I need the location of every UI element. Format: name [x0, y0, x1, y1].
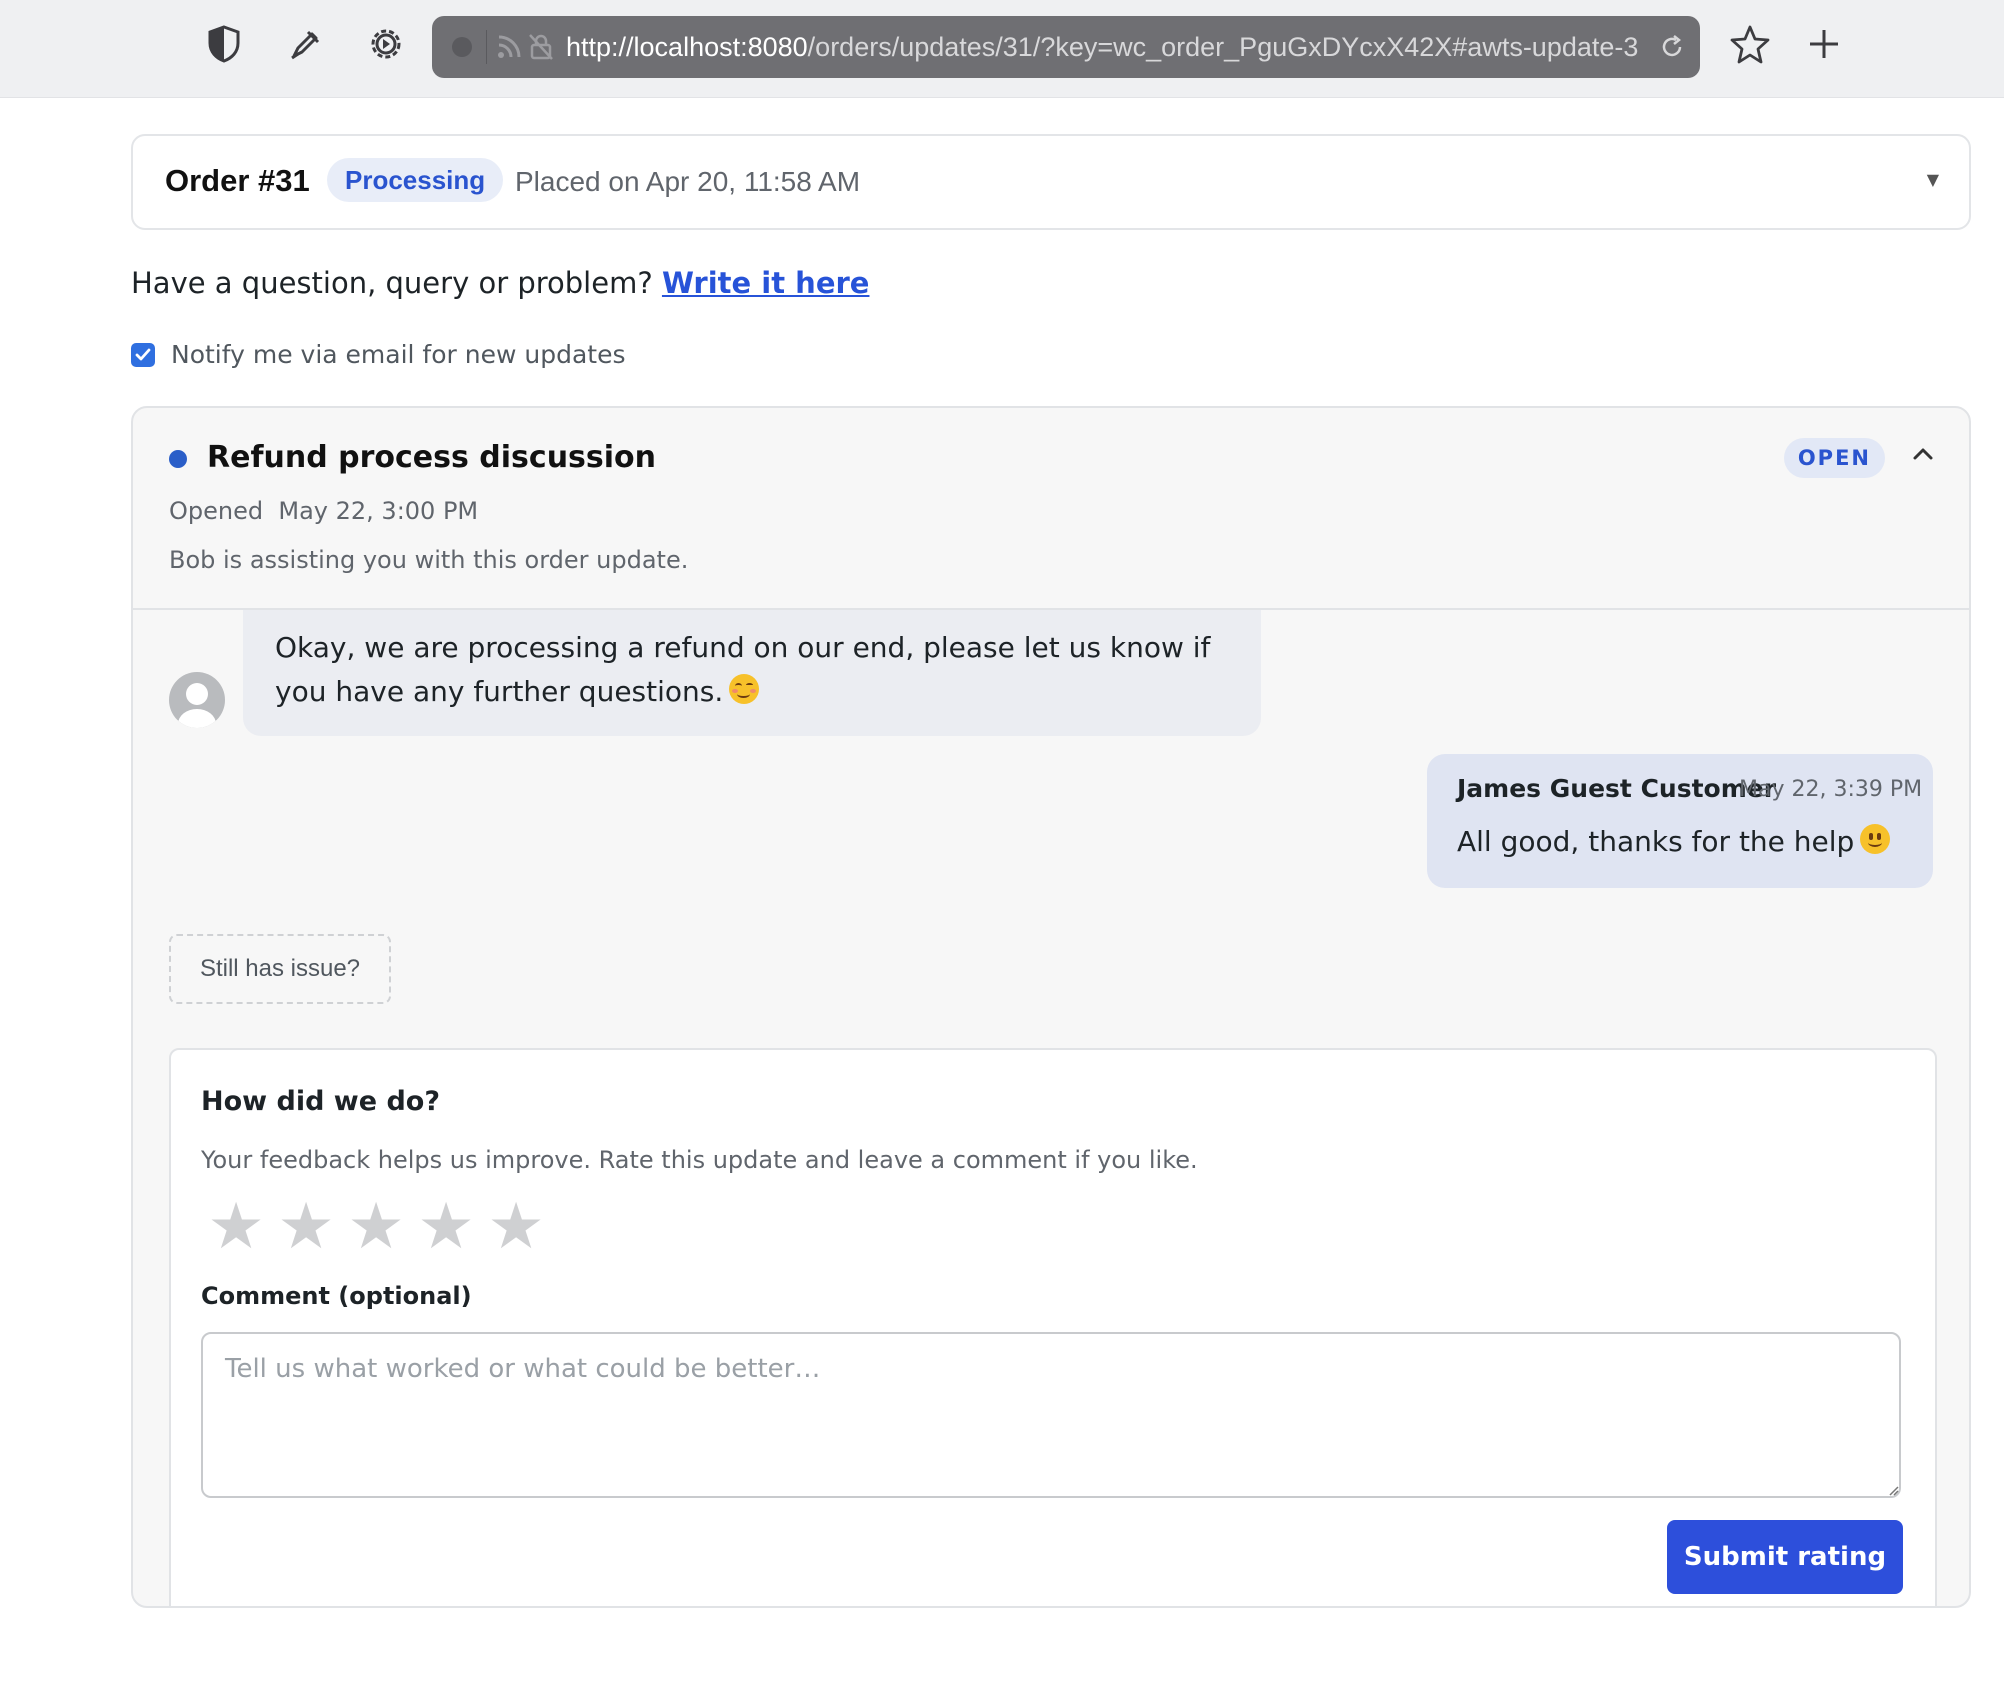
rating-card: How did we do? Your feedback helps us im… — [169, 1048, 1937, 1606]
notify-label: Notify me via email for new updates — [171, 340, 626, 369]
blush-smile-emoji-icon — [729, 674, 760, 704]
shield-icon[interactable] — [200, 20, 248, 68]
still-has-issue-button[interactable]: Still has issue? — [169, 934, 391, 1004]
check-icon — [135, 348, 151, 360]
star-5-icon[interactable]: ★ — [481, 1192, 551, 1262]
rating-title: How did we do? — [201, 1086, 440, 1117]
opened-date: Opened May 22, 3:00 PM — [169, 497, 478, 525]
order-header[interactable]: Order #31 Processing Placed on Apr 20, 1… — [131, 134, 1971, 230]
feed-icon — [496, 33, 522, 65]
customer-message-bubble: James Guest Customer May 22, 3:39 PM All… — [1427, 754, 1933, 888]
star-rating[interactable]: ★ ★ ★ ★ ★ — [201, 1192, 551, 1262]
address-bar[interactable]: http://localhost:8080/orders/updates/31/… — [432, 16, 1700, 78]
url-divider — [486, 30, 487, 64]
agent-message-text: Okay, we are processing a refund on our … — [275, 626, 1229, 714]
comment-textarea[interactable] — [201, 1332, 1901, 1498]
order-title: Order #31 — [165, 163, 310, 198]
lock-slash-icon — [528, 33, 554, 65]
agent-message-bubble: Okay, we are processing a refund on our … — [243, 610, 1261, 736]
star-4-icon[interactable]: ★ — [411, 1192, 481, 1262]
resize-handle-icon[interactable] — [1887, 1484, 1899, 1496]
site-info-icon[interactable] — [452, 37, 472, 57]
order-placed-date: Placed on Apr 20, 11:58 AM — [515, 166, 861, 197]
notify-option[interactable]: Notify me via email for new updates — [131, 340, 625, 369]
star-1-icon[interactable]: ★ — [201, 1192, 271, 1262]
message-time: May 22, 3:39 PM — [1739, 777, 1923, 802]
opened-value: May 22, 3:00 PM — [278, 497, 479, 525]
update-thread: Refund process discussion Opened May 22,… — [131, 406, 1971, 1608]
thread-header[interactable]: Refund process discussion Opened May 22,… — [133, 408, 1969, 610]
notify-checkbox[interactable] — [131, 342, 155, 367]
plus-icon[interactable] — [1800, 20, 1848, 68]
star-2-icon[interactable]: ★ — [271, 1192, 341, 1262]
url-host: http://localhost:8080 — [566, 32, 808, 62]
opened-label: Opened — [169, 497, 264, 525]
gear-icon[interactable] — [362, 20, 410, 68]
agent-avatar — [169, 672, 225, 728]
order-status-badge: Processing — [327, 158, 504, 202]
pen-icon[interactable] — [282, 20, 330, 68]
write-it-here-link[interactable]: Write it here — [662, 266, 870, 300]
chevron-up-icon[interactable] — [1911, 446, 1935, 466]
star-3-icon[interactable]: ★ — [341, 1192, 411, 1262]
rating-subtitle: Your feedback helps us improve. Rate thi… — [201, 1146, 1198, 1174]
message-author: James Guest Customer — [1457, 774, 1777, 803]
customer-message-text: All good, thanks for the help — [1457, 824, 1891, 858]
thread-status-badge: OPEN — [1783, 438, 1885, 478]
customer-message-body: All good, thanks for the help — [1457, 825, 1855, 858]
url-path: /orders/updates/31/?key=wc_order_PguGxDY… — [807, 32, 1639, 62]
question-text: Have a question, query or problem? — [131, 266, 653, 300]
status-dot-icon — [169, 450, 187, 468]
url-text[interactable]: http://localhost:8080/orders/updates/31/… — [566, 30, 1646, 64]
slight-smile-emoji-icon — [1860, 824, 1891, 854]
comment-label: Comment (optional) — [201, 1282, 472, 1310]
question-prompt: Have a question, query or problem? Write… — [131, 266, 869, 300]
reload-icon[interactable] — [1658, 33, 1686, 65]
submit-rating-button[interactable]: Submit rating — [1667, 1520, 1903, 1594]
chevron-down-icon[interactable]: ▼ — [1927, 170, 1939, 189]
thread-title: Refund process discussion — [207, 440, 657, 475]
assistant-note: Bob is assisting you with this order upd… — [169, 546, 689, 574]
star-bookmark-icon[interactable] — [1726, 20, 1774, 68]
browser-toolbar: http://localhost:8080/orders/updates/31/… — [0, 0, 2004, 98]
